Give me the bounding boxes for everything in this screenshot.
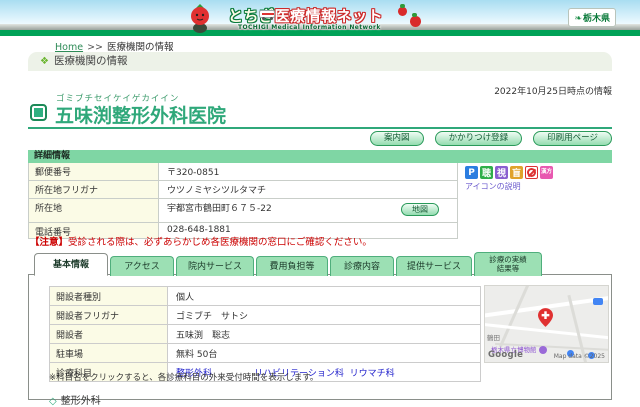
row-label: 開設者: [50, 325, 168, 343]
mascot-icon: [186, 2, 214, 37]
row-label: 駐車場: [50, 344, 168, 362]
tab-results[interactable]: 診療の実績 結果等: [474, 252, 542, 276]
row-value: 五味渕 聡志: [168, 325, 480, 343]
table-row: 郵便番号 〒320-0851: [29, 163, 457, 181]
tab-access[interactable]: アクセス: [110, 256, 174, 276]
map-area-label: 鶴田: [487, 334, 500, 342]
guide-dog-icon: 盲: [510, 166, 523, 179]
basic-info-table: 開設者種別 個人 開設者フリガナ ゴミブチ サトシ 開設者 五味渕 聡志 駐車場…: [49, 286, 481, 382]
clinic-bullet-icon: [30, 104, 47, 121]
table-row: 開設者種別 個人: [50, 287, 480, 306]
guide-map-button[interactable]: 案内図: [370, 131, 424, 146]
strawberry-icon: [398, 4, 407, 16]
prefecture-logo-link[interactable]: ❧栃木県: [568, 8, 616, 27]
google-map[interactable]: 鶴田 栃木県立博物館 Google Map data ©2025: [484, 285, 609, 363]
row-label: 開設者フリガナ: [50, 306, 168, 324]
strawberry-icon: [410, 13, 421, 27]
hearing-support-icon: 聴: [480, 166, 493, 179]
table-row: 所在地 宇都宮市鶴田町６７５-22 地図: [29, 199, 457, 223]
museum-icon: [538, 346, 547, 354]
tab-provided-services[interactable]: 提供サービス: [396, 256, 472, 276]
family-doctor-register-button[interactable]: かかりつけ登録: [434, 131, 523, 146]
no-smoking-icon: [525, 166, 538, 179]
detail-section-bar: 詳細情報: [28, 150, 612, 163]
tab-treatment-details[interactable]: 診療内容: [330, 256, 394, 276]
row-label: 郵便番号: [29, 163, 159, 180]
site-title: とちぎ医療情報ネット: [228, 7, 384, 25]
facility-icon-row: P 聴 視 盲 漢方: [465, 166, 553, 179]
pref-name: 栃木県: [582, 14, 610, 24]
tab-costs[interactable]: 費用負担等: [256, 256, 328, 276]
tab-basic-info[interactable]: 基本情報: [34, 253, 108, 276]
row-label: 所在地フリガナ: [29, 181, 159, 198]
department-click-note: ※科目名をクリックすると、各診療科目の外来受付時間を表示します。: [49, 373, 319, 383]
tab-in-hospital-services[interactable]: 院内サービス: [176, 256, 254, 276]
ambulance-icon: [259, 10, 275, 20]
diamond-icon: ❖: [40, 56, 49, 67]
action-button-row: 案内図 かかりつけ登録 印刷用ページ: [370, 131, 612, 146]
table-row: 開設者フリガナ ゴミブチ サトシ: [50, 306, 480, 325]
map-copyright: Map data ©2025: [553, 353, 605, 360]
row-value: ゴミブチ サトシ: [168, 306, 480, 324]
title-underline: [28, 127, 612, 129]
detail-table: 郵便番号 〒320-0851 所在地フリガナ ウツノミヤシツルタマチ 所在地 宇…: [28, 163, 458, 239]
row-value: 個人: [168, 287, 480, 305]
row-label: 所在地: [29, 199, 159, 222]
page-title: 五味渕整形外科医院: [55, 105, 227, 127]
row-value: ウツノミヤシツルタマチ: [159, 181, 457, 198]
map-pin-icon[interactable]: [538, 308, 553, 330]
parking-icon: P: [465, 166, 478, 179]
table-row: 所在地フリガナ ウツノミヤシツルタマチ: [29, 181, 457, 199]
row-value: 〒320-0851: [159, 163, 457, 180]
table-row: 駐車場 無料 50台: [50, 344, 480, 363]
department-link-rheumatology[interactable]: リウマチ科: [350, 369, 395, 379]
tab-content-panel: 開設者種別 個人 開設者フリガナ ゴミブチ サトシ 開設者 五味渕 聡志 駐車場…: [28, 274, 612, 407]
google-logo: Google: [488, 350, 524, 360]
icon-legend-link[interactable]: アイコンの説明: [465, 181, 521, 192]
table-row: 開設者 五味渕 聡志: [50, 325, 480, 344]
tab-bar: 基本情報 アクセス 院内サービス 費用負担等 診療内容 提供サービス 診療の実績…: [34, 252, 544, 276]
row-value: 宇都宮市鶴田町６７５-22 地図: [159, 199, 457, 222]
map-button[interactable]: 地図: [401, 203, 439, 216]
section-title: 医療機関の情報: [53, 55, 128, 67]
row-value: 無料 50台: [168, 344, 480, 362]
site-subtitle: TOCHIGI Medical Information Network: [238, 24, 381, 31]
breadcrumb: Home >> 医療機関の情報: [55, 39, 174, 53]
diamond-icon: ◇: [49, 396, 57, 407]
row-label: 開設者種別: [50, 287, 168, 305]
map-road: [498, 286, 531, 348]
map-route-shield-icon: [593, 298, 603, 305]
kampo-icon: 漢方: [540, 166, 553, 179]
print-page-button[interactable]: 印刷用ページ: [533, 131, 612, 146]
section-header: ❖ 医療機関の情報: [28, 52, 612, 71]
vision-support-icon: 視: [495, 166, 508, 179]
pref-leaf-icon: ❧: [574, 14, 582, 24]
info-date: 2022年10月25日時点の情報: [494, 87, 612, 97]
caution-notice: 【注意】受診される際は、必ずあらかじめ各医療機関の窓口にご確認ください。: [30, 237, 372, 248]
